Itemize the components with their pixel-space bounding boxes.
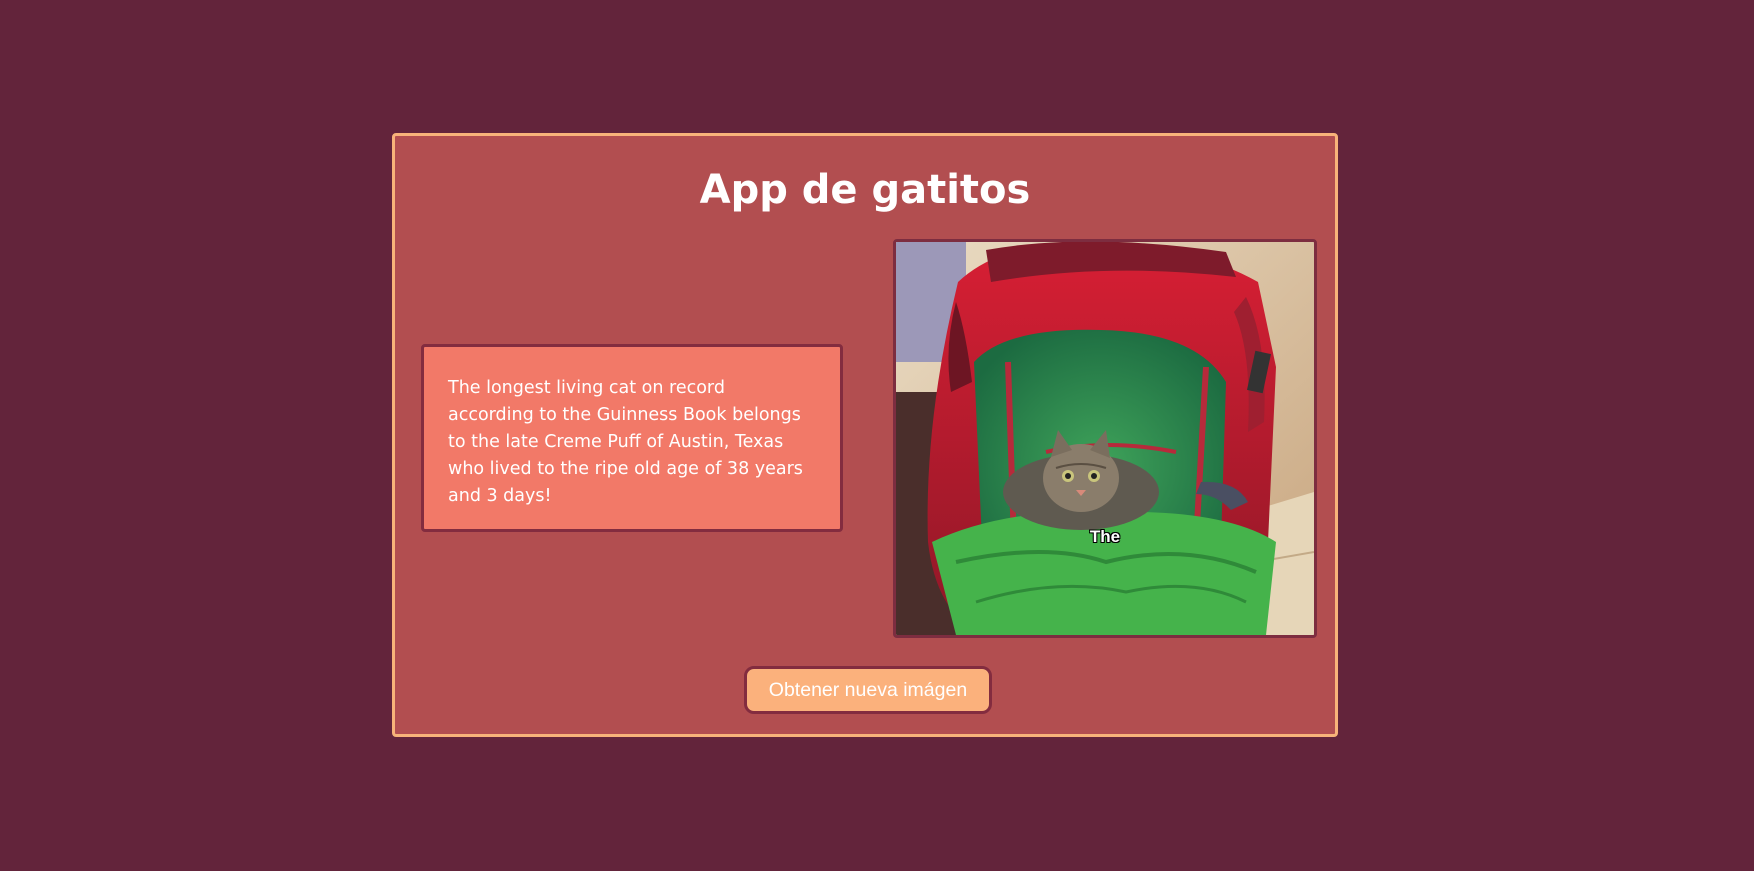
app-card: App de gatitos The longest living cat on…	[392, 133, 1338, 737]
cat-image: The	[893, 239, 1317, 638]
page-title: App de gatitos	[699, 167, 1031, 213]
cat-fact-box: The longest living cat on record accordi…	[421, 344, 843, 532]
get-new-image-button[interactable]: Obtener nueva imágen	[744, 666, 992, 714]
cat-photo-illustration	[896, 242, 1314, 635]
cat-image-caption: The	[1089, 527, 1121, 546]
cat-fact-text: The longest living cat on record accordi…	[448, 378, 803, 506]
